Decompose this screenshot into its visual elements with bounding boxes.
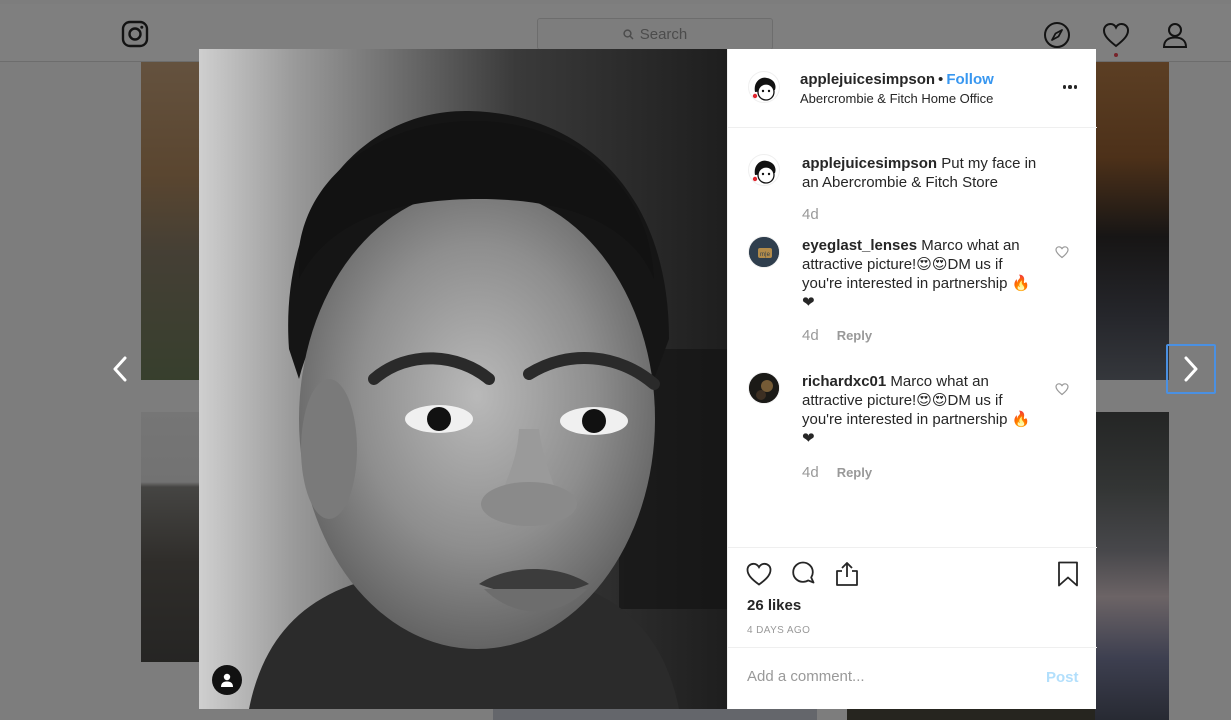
chevron-left-icon xyxy=(113,356,127,382)
share-icon[interactable] xyxy=(833,560,861,588)
avatar[interactable]: m|e xyxy=(748,236,780,268)
separator-dot: • xyxy=(938,71,944,88)
bookmark-icon[interactable] xyxy=(1054,560,1082,588)
reply-button[interactable]: Reply xyxy=(837,465,872,480)
avatar[interactable] xyxy=(748,71,780,103)
speech-bubble-icon[interactable] xyxy=(789,560,817,588)
heart-outline-icon[interactable] xyxy=(745,560,773,588)
comment-meta: 4d Reply xyxy=(802,327,872,344)
portrait-photo xyxy=(199,49,727,709)
caption-text: applejuicesimpson Put my face in an Aber… xyxy=(802,154,1038,192)
cartoon-avatar-image xyxy=(752,160,776,184)
previous-post-button[interactable] xyxy=(105,354,135,384)
post-caption: applejuicesimpson Put my face in an Aber… xyxy=(748,154,1088,234)
comment-text: richardxc01 Marco what an attractive pic… xyxy=(802,372,1038,448)
more-options-button[interactable] xyxy=(1060,77,1080,97)
post-modal: applejuicesimpson • Follow Abercrombie & F… xyxy=(199,49,1097,709)
heart-outline-icon[interactable] xyxy=(1055,245,1069,259)
user-tag-icon xyxy=(221,673,233,687)
ellipsis-icon xyxy=(1062,85,1067,89)
caption-username[interactable]: applejuicesimpson xyxy=(802,155,937,172)
comment-item: m|e eyeglast_lenses Marco what an attrac… xyxy=(748,236,1088,356)
reply-button[interactable]: Reply xyxy=(837,328,872,343)
next-post-button[interactable] xyxy=(1166,344,1216,394)
caption-age[interactable]: 4d xyxy=(802,206,819,223)
post-header: applejuicesimpson • Follow Abercrombie & F… xyxy=(728,49,1097,128)
svg-text:m|e: m|e xyxy=(760,252,771,258)
follow-button[interactable]: Follow xyxy=(946,71,994,88)
post-author-line: applejuicesimpson • Follow xyxy=(800,71,994,88)
comments-list[interactable]: applejuicesimpson Put my face in an Aber… xyxy=(728,129,1097,547)
comment-input[interactable] xyxy=(747,668,1027,685)
comment-username[interactable]: eyeglast_lenses xyxy=(802,237,917,254)
post-comment-button[interactable]: Post xyxy=(1046,669,1079,686)
caption-meta: 4d xyxy=(802,206,819,223)
add-comment-section: Post xyxy=(728,647,1097,709)
comment-text: eyeglast_lenses Marco what an attractive… xyxy=(802,236,1038,312)
avatar[interactable] xyxy=(748,372,780,404)
dark-profile-avatar-image xyxy=(749,373,779,403)
likes-count[interactable]: 26 likes xyxy=(747,597,801,614)
comment-meta: 4d Reply xyxy=(802,464,872,481)
heart-outline-icon[interactable] xyxy=(1055,382,1069,396)
user-tag-button[interactable] xyxy=(212,665,242,695)
eyeglasses-brand-avatar-image: m|e xyxy=(749,237,779,267)
cartoon-avatar-image xyxy=(752,77,776,101)
comment-username[interactable]: richardxc01 xyxy=(802,373,886,390)
ellipsis-dot xyxy=(1073,85,1078,89)
comment-age[interactable]: 4d xyxy=(802,327,819,344)
post-actions: 26 likes 4 DAYS AGO xyxy=(728,547,1097,647)
avatar[interactable] xyxy=(748,154,780,186)
post-photo[interactable] xyxy=(199,49,727,709)
post-author-username[interactable]: applejuicesimpson xyxy=(800,71,935,88)
ellipsis-dot xyxy=(1068,85,1072,89)
comment-age[interactable]: 4d xyxy=(802,464,819,481)
comment-item: richardxc01 Marco what an attractive pic… xyxy=(748,372,1088,492)
post-side-panel: applejuicesimpson • Follow Abercrombie & F… xyxy=(727,49,1097,709)
post-timestamp[interactable]: 4 DAYS AGO xyxy=(747,625,810,636)
post-location[interactable]: Abercrombie & Fitch Home Office xyxy=(800,91,993,106)
chevron-right-icon xyxy=(1184,356,1198,382)
